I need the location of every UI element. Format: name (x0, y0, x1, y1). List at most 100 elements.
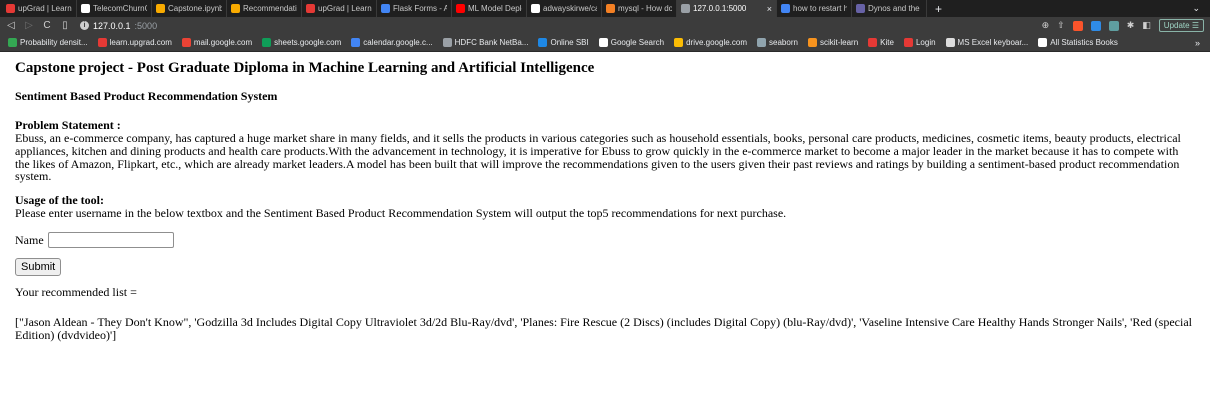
extension-teal-icon[interactable] (1108, 20, 1119, 31)
browser-tab[interactable]: adwayskirwe/capsto (527, 0, 602, 17)
problem-statement-text: Ebuss, an e-commerce company, has captur… (15, 131, 1181, 184)
page-subtitle: Sentiment Based Product Recommendation S… (15, 89, 278, 103)
bookmark-label: Online SBI (550, 38, 589, 47)
bookmark-label: HDFC Bank NetBa... (454, 38, 529, 47)
bookmark-favicon-icon (351, 38, 361, 47)
bookmark-item[interactable]: Google Search (595, 38, 670, 47)
problem-statement-title: Problem Statement : (15, 118, 121, 132)
bookmark-item[interactable]: Probability densit... (4, 38, 94, 47)
bookmark-label: mail.google.com (193, 38, 253, 47)
bookmark-label: calendar.google.c... (363, 38, 433, 47)
bookmark-icon[interactable]: ▯ (60, 20, 70, 31)
bookmark-favicon-icon (945, 38, 955, 47)
browser-tab[interactable]: upGrad | Learning P (302, 0, 377, 17)
extension-blue-icon[interactable] (1090, 20, 1101, 31)
reload-icon[interactable]: C (42, 20, 52, 31)
new-tab-button[interactable]: + (927, 2, 950, 16)
tab-label: 127.0.0.1:5000 (693, 4, 747, 13)
browser-tab[interactable]: how to restart heroku (777, 0, 852, 17)
flask-icon (381, 4, 390, 13)
browser-tab[interactable]: upGrad | Learning P (2, 0, 77, 17)
browser-tab[interactable]: ML Model Deployme (452, 0, 527, 17)
toolbar-right: ⊕ ⇧ ✱ ◧ Update ☰ (1042, 19, 1204, 32)
tab-label: TelecomChurnCase (93, 4, 147, 13)
bookmark-item[interactable]: seaborn (753, 38, 804, 47)
usage-text: Please enter username in the below textb… (15, 206, 787, 221)
bookmark-item[interactable]: learn.upgrad.com (94, 38, 178, 47)
zoom-icon[interactable]: ⊕ (1042, 20, 1050, 31)
update-label: Update (1163, 21, 1190, 30)
browser-tab[interactable]: Dynos and the Dyno (852, 0, 927, 17)
tab-label: Recommendation+S (243, 4, 297, 13)
tab-label: ML Model Deployme (468, 4, 522, 13)
bookmark-item[interactable]: scikit-learn (804, 38, 864, 47)
colab-icon (156, 4, 165, 13)
share-icon[interactable]: ⇧ (1057, 20, 1065, 31)
forward-icon[interactable]: ▷ (24, 20, 34, 31)
name-label: Name (15, 232, 44, 247)
tab-label: Capstone.ipynb - C (168, 4, 222, 13)
bookmark-item[interactable]: Kite (864, 38, 900, 47)
colab-icon (231, 4, 240, 13)
bookmark-label: drive.google.com (686, 38, 748, 47)
bookmark-favicon-icon (598, 38, 608, 47)
submit-button[interactable]: Submit (15, 258, 62, 277)
tab-search-icon[interactable]: ⌄ (1192, 3, 1206, 14)
tab-label: Flask Forms - Acce (393, 4, 447, 13)
globe-icon (681, 4, 690, 13)
bookmark-label: seaborn (769, 38, 798, 47)
browser-tab[interactable]: mysql - How do you (602, 0, 677, 17)
site-info-icon[interactable]: i (80, 21, 89, 30)
bookmark-item[interactable]: drive.google.com (670, 38, 753, 47)
url-host: 127.0.0.1 (93, 20, 131, 31)
tab-label: upGrad | Learning P (318, 4, 372, 13)
bookmark-item[interactable]: HDFC Bank NetBa... (439, 38, 535, 47)
tab-label: how to restart heroku (793, 4, 847, 13)
username-input[interactable] (47, 232, 174, 249)
brave-shield-icon[interactable] (1072, 20, 1083, 31)
recommendation-list: ["Jason Aldean - They Don't Know", 'Godz… (15, 315, 1192, 342)
browser-tab[interactable]: TelecomChurnCase (77, 0, 152, 17)
bookmark-item[interactable]: MS Excel keyboar... (942, 38, 1035, 47)
close-tab-icon[interactable]: × (767, 4, 772, 14)
bookmark-favicon-icon (903, 38, 913, 47)
bookmarks-overflow-icon[interactable]: » (1195, 38, 1206, 48)
bookmark-favicon-icon (97, 38, 107, 47)
back-icon[interactable]: ◁ (6, 20, 16, 31)
bookmark-item[interactable]: mail.google.com (178, 38, 258, 47)
bookmark-favicon-icon (757, 38, 767, 47)
bookmarks-bar: Probability densit... learn.upgrad.com mai… (0, 34, 1210, 52)
tab-label: mysql - How do you (618, 4, 672, 13)
bookmark-item[interactable]: calendar.google.c... (347, 38, 438, 47)
update-button[interactable]: Update ☰ (1158, 19, 1204, 32)
bookmark-item[interactable]: sheets.google.com (258, 38, 347, 47)
bookmark-favicon-icon (674, 38, 684, 47)
bookmark-item[interactable]: All Statistics Books (1034, 38, 1124, 47)
upgrad-icon (306, 4, 315, 13)
browser-tab[interactable]: Flask Forms - Acce (377, 0, 452, 17)
upgrad-icon (6, 4, 15, 13)
address-bar[interactable]: i 127.0.0.1:5000 (80, 21, 157, 31)
bookmark-favicon-icon (807, 38, 817, 47)
tab-label: upGrad | Learning P (18, 4, 72, 13)
page-title: Capstone project - Post Graduate Diploma… (15, 60, 595, 76)
tab-strip: upGrad | Learning P TelecomChurnCase Capst… (0, 0, 1210, 17)
bookmark-favicon-icon (868, 38, 878, 47)
bookmark-label: sheets.google.com (274, 38, 342, 47)
bookmark-item[interactable]: Online SBI (534, 38, 594, 47)
bookmark-label: MS Excel keyboar... (957, 38, 1029, 47)
bookmark-favicon-icon (262, 38, 272, 47)
browser-tab[interactable]: Recommendation+S (227, 0, 302, 17)
browser-tab[interactable]: Capstone.ipynb - C (152, 0, 227, 17)
browser-tab[interactable]: 127.0.0.1:5000 × (677, 0, 777, 17)
github-icon (531, 4, 540, 13)
url-port: :5000 (134, 20, 158, 31)
bookmark-item[interactable]: Login (900, 38, 942, 47)
sidebar-icon[interactable]: ◧ (1142, 20, 1151, 31)
extensions-puzzle-icon[interactable]: ✱ (1127, 20, 1135, 31)
bookmark-favicon-icon (1038, 38, 1048, 47)
github-icon (81, 4, 90, 13)
bookmark-favicon-icon (181, 38, 191, 47)
bookmark-label: scikit-learn (819, 38, 859, 47)
bookmark-favicon-icon (8, 38, 17, 47)
